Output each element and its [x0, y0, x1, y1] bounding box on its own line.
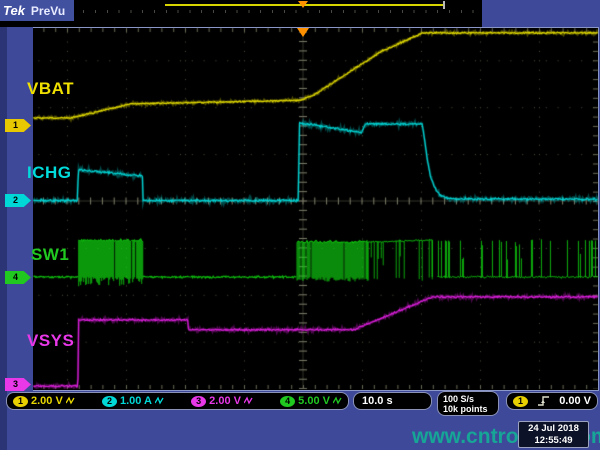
channel-2-coupling-icon — [155, 396, 164, 406]
channel-1-coupling-icon — [66, 396, 75, 406]
status-bar: 1 2.00 V 2 1.00 A 3 2.00 V 4 5.00 V 10.0… — [0, 391, 600, 417]
channel-3-coupling-icon — [244, 396, 253, 406]
channel-label-vsys: VSYS — [27, 331, 74, 351]
channel-3-scale: 2.00 V — [209, 395, 241, 407]
channel-4-coupling-icon — [333, 396, 342, 406]
channel-3-badge: 3 — [191, 396, 206, 407]
trigger-level-readout: 0.00 V — [559, 395, 591, 407]
channel-4-badge: 4 — [280, 396, 295, 407]
trigger-source-badge: 1 — [513, 396, 528, 407]
channel-2-readout: 2 1.00 A — [102, 395, 164, 407]
trigger-position-triangle-icon — [297, 28, 309, 37]
sample-rate-readout: 100 S/s — [443, 394, 474, 404]
channel-1-badge: 1 — [13, 396, 28, 407]
channel-2-scale: 1.00 A — [120, 395, 152, 407]
channel-4-scale: 5.00 V — [298, 395, 330, 407]
trigger-rising-edge-icon — [537, 395, 550, 407]
channel-label-ichg: ICHG — [27, 163, 72, 183]
waveform-display — [0, 0, 600, 450]
oscilloscope-screen: { "title_bar": { "logo": "Tek", "mode": … — [0, 0, 600, 450]
channel-readouts-box: 1 2.00 V 2 1.00 A 3 2.00 V 4 5.00 V — [6, 392, 349, 410]
channel-label-vbat: VBAT — [27, 79, 74, 99]
datetime-box: 24 Jul 2018 12:55:49 — [518, 421, 589, 448]
time-readout: 12:55:49 — [519, 435, 588, 447]
channel-4-readout: 4 5.00 V — [280, 395, 342, 407]
channel-2-badge: 2 — [102, 396, 117, 407]
channel-1-scale: 2.00 V — [31, 395, 63, 407]
date-readout: 24 Jul 2018 — [519, 423, 588, 435]
channel-3-readout: 3 2.00 V — [191, 395, 253, 407]
record-length-readout: 10k points — [443, 404, 488, 414]
timebase-readout: 10.0 s — [362, 395, 393, 407]
acquisition-box: 100 S/s 10k points — [437, 391, 499, 416]
trigger-readout-box: 1 0.00 V — [506, 392, 598, 410]
horizontal-scale-box: 10.0 s — [353, 392, 432, 410]
channel-1-readout: 1 2.00 V — [13, 395, 75, 407]
channel-label-sw1: SW1 — [31, 245, 69, 265]
